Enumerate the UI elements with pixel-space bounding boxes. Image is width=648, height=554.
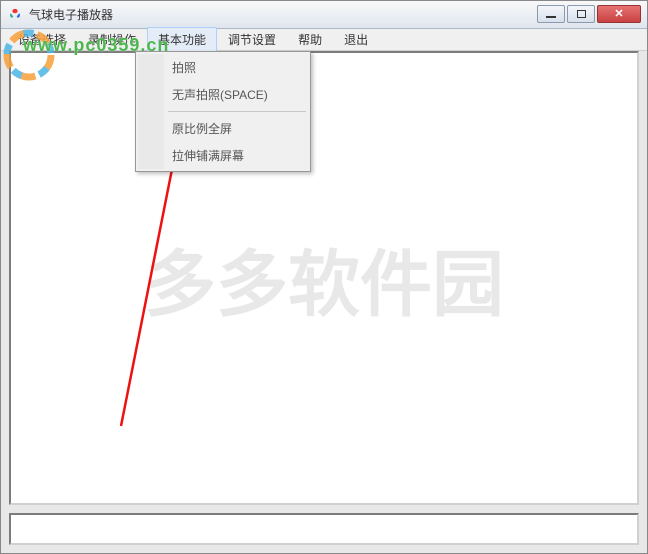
window-title: 气球电子播放器 (29, 6, 537, 23)
menu-adjust-settings[interactable]: 调节设置 (217, 27, 287, 52)
window-controls: ✕ (537, 5, 641, 25)
watermark-big-text: 多多软件园 (144, 226, 504, 331)
menuitem-stretch-fill[interactable]: 拉伸铺满屏幕 (138, 142, 308, 169)
menuitem-silent-photo[interactable]: 无声拍照(SPACE) (138, 81, 308, 108)
dropdown-basic-functions: 拍照 无声拍照(SPACE) 原比例全屏 拉伸铺满屏幕 (135, 51, 311, 172)
client-area: 多多软件园 (9, 51, 639, 505)
close-button[interactable]: ✕ (597, 5, 641, 23)
menuitem-fullscreen-ratio[interactable]: 原比例全屏 (138, 115, 308, 142)
status-bar (9, 513, 639, 545)
app-icon (7, 7, 23, 23)
menuitem-take-photo[interactable]: 拍照 (138, 54, 308, 81)
menu-separator (168, 111, 306, 112)
titlebar: 气球电子播放器 ✕ (1, 1, 647, 29)
maximize-button[interactable] (567, 5, 595, 23)
menu-exit[interactable]: 退出 (333, 27, 379, 52)
minimize-button[interactable] (537, 5, 565, 23)
menu-help[interactable]: 帮助 (287, 27, 333, 52)
